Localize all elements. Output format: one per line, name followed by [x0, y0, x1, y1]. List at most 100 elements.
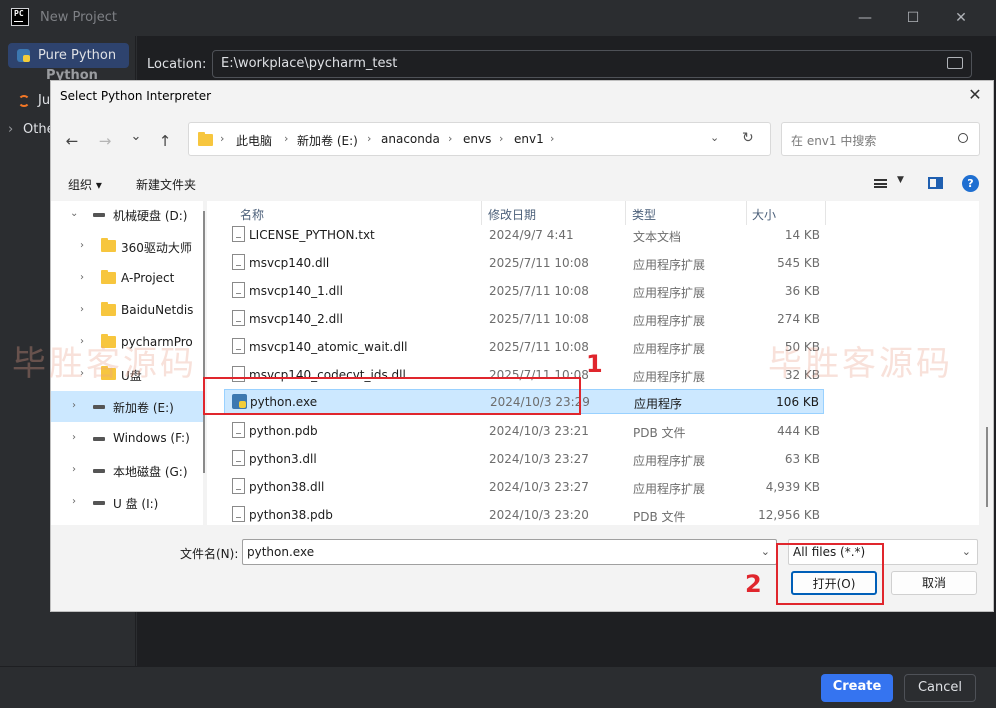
breadcrumb-item[interactable]: anaconda [381, 132, 440, 146]
file-name: msvcp140_atomic_wait.dll [249, 340, 408, 354]
minimize-icon[interactable]: — [842, 6, 888, 30]
pdb-file-icon [232, 506, 245, 522]
tree-item-label: 本地磁盘 (G:) [113, 465, 188, 479]
chevron-right-icon: › [367, 132, 372, 145]
search-placeholder: 在 env1 中搜索 [791, 134, 877, 148]
address-dropdown-icon[interactable]: ⌄ [710, 131, 719, 144]
tree-item-drive-f[interactable]: › Windows (F:) [51, 423, 203, 454]
file-name: msvcp140.dll [249, 256, 330, 270]
file-type: 应用程序扩展 [633, 454, 706, 468]
tree-item-drive-d[interactable]: ⌄ 机械硬盘 (D:) [51, 199, 203, 230]
pdb-file-icon [232, 422, 245, 438]
file-type: 应用程序扩展 [633, 482, 706, 496]
up-arrow-icon[interactable]: ↑ [155, 131, 175, 151]
file-modified: 2025/7/11 10:08 [489, 340, 589, 354]
chevron-right-icon: › [448, 132, 453, 145]
dialog-cancel-button[interactable]: 取消 [891, 571, 977, 595]
file-size: 36 KB [784, 284, 820, 298]
browse-folder-icon[interactable] [947, 57, 963, 69]
tree-item-label: A-Project [121, 271, 175, 285]
file-list-scrollbar[interactable] [979, 201, 993, 525]
tree-item-drive-e[interactable]: › 新加卷 (E:) [51, 391, 203, 422]
dll-file-icon [232, 282, 245, 298]
new-folder-button[interactable]: 新建文件夹 [136, 176, 196, 193]
logo-text: PC [14, 9, 24, 18]
chevron-right-icon: › [499, 132, 504, 145]
cancel-button[interactable]: Cancel [904, 674, 976, 702]
breadcrumb-item[interactable]: envs [463, 132, 491, 146]
view-dropdown-icon[interactable]: ▼ [897, 175, 904, 185]
tree-item-drive-i[interactable]: › U 盘 (I:) [51, 487, 203, 518]
file-row[interactable]: msvcp140_1.dll 2025/7/11 10:08 应用程序扩展 36 KB [224, 277, 824, 305]
file-row[interactable]: msvcp140_atomic_wait.dll 2025/7/11 10:08 应… [224, 333, 824, 361]
pycharm-logo-icon: PC [11, 8, 29, 26]
sidebar-item-pure-python[interactable]: Pure Python [8, 43, 129, 68]
column-divider[interactable] [825, 201, 826, 225]
tree-item-folder[interactable]: › A-Project [51, 263, 203, 294]
breadcrumb-item[interactable]: env1 [514, 132, 544, 146]
chevron-right-icon: › [72, 496, 76, 507]
file-name: msvcp140_1.dll [249, 284, 343, 298]
folder-icon [198, 132, 213, 146]
preview-pane-icon[interactable] [928, 177, 943, 189]
file-name: python38.dll [249, 480, 325, 494]
dll-file-icon [232, 478, 245, 494]
file-type: 应用程序扩展 [633, 258, 706, 272]
drive-icon [93, 437, 105, 441]
close-icon[interactable]: ✕ [938, 6, 984, 30]
file-modified: 2025/7/11 10:08 [489, 284, 589, 298]
annotation-box-python-exe [203, 377, 581, 415]
chevron-right-icon: › [72, 432, 76, 443]
command-bar: 组织 ▾ 新建文件夹 ▼ ? [51, 169, 993, 199]
file-modified: 2024/10/3 23:27 [489, 452, 589, 466]
tree-item-label: BaiduNetdis [121, 303, 194, 317]
tree-item-folder[interactable]: › BaiduNetdis [51, 295, 203, 326]
sidebar-item-label: Pure Python [38, 48, 117, 63]
file-type: 应用程序 [634, 397, 683, 411]
chevron-right-icon: › [220, 132, 225, 145]
file-row[interactable]: msvcp140_2.dll 2025/7/11 10:08 应用程序扩展 274 K… [224, 305, 824, 333]
address-bar[interactable]: › 此电脑 › 新加卷 (E:) › anaconda › envs › env… [188, 122, 771, 156]
file-modified: 2025/7/11 10:08 [489, 312, 589, 326]
file-row[interactable]: LICENSE_PYTHON.txt 2024/9/7 4:41 文本文档 14 KB [224, 221, 824, 249]
create-button[interactable]: Create [821, 674, 893, 702]
back-arrow-icon[interactable]: ← [62, 131, 82, 151]
organize-button[interactable]: 组织 ▾ [68, 176, 102, 193]
forward-arrow-icon[interactable]: → [95, 131, 115, 151]
file-type: PDB 文件 [633, 426, 686, 440]
chevron-down-icon: ⌄ [70, 208, 79, 219]
chevron-right-icon: › [550, 132, 555, 145]
file-size: 4,939 KB [765, 480, 820, 494]
annotation-box-open-button [776, 543, 884, 605]
breadcrumb-item[interactable]: 新加卷 (E:) [297, 132, 358, 149]
file-size: 63 KB [784, 452, 820, 466]
annotation-step-2: 2 [745, 570, 762, 598]
recent-dropdown-icon[interactable]: ⌄ [126, 127, 146, 147]
text-file-icon [232, 226, 245, 242]
file-row[interactable]: msvcp140.dll 2025/7/11 10:08 应用程序扩展 545 KB [224, 249, 824, 277]
file-type: 应用程序扩展 [633, 370, 706, 384]
tree-item-drive-g[interactable]: › 本地磁盘 (G:) [51, 455, 203, 486]
file-row[interactable]: python.pdb 2024/10/3 23:21 PDB 文件 444 KB [224, 417, 824, 445]
help-icon[interactable]: ? [962, 175, 979, 192]
file-row[interactable]: python3.dll 2024/10/3 23:27 应用程序扩展 63 KB [224, 445, 824, 473]
tree-item-label: Windows (F:) [113, 431, 190, 445]
maximize-icon[interactable]: ☐ [890, 6, 936, 30]
file-name: python.pdb [249, 424, 318, 438]
chevron-down-icon: ⌄ [961, 545, 971, 558]
file-row[interactable]: python38.pdb 2024/10/3 23:20 PDB 文件 12,956 … [224, 501, 824, 525]
tree-item-label: U 盘 (I:) [113, 497, 159, 511]
location-input[interactable]: E:\workplace\pycharm_test [212, 50, 972, 78]
view-options-icon[interactable] [874, 179, 887, 188]
tree-item-folder[interactable]: › 360驱动大师 [51, 231, 203, 262]
dialog-close-icon[interactable]: ✕ [965, 85, 985, 105]
filename-input[interactable]: python.exe ⌄ [242, 539, 777, 565]
file-type: PDB 文件 [633, 510, 686, 524]
breadcrumb-item[interactable]: 此电脑 [236, 132, 272, 149]
search-box[interactable]: 在 env1 中搜索 [781, 122, 980, 156]
scrollbar-thumb[interactable] [986, 427, 988, 507]
chevron-right-icon: › [80, 240, 84, 251]
file-row[interactable]: python38.dll 2024/10/3 23:27 应用程序扩展 4,939 K… [224, 473, 824, 501]
refresh-icon[interactable]: ↻ [742, 130, 754, 146]
chevron-down-icon[interactable]: ⌄ [761, 540, 770, 564]
